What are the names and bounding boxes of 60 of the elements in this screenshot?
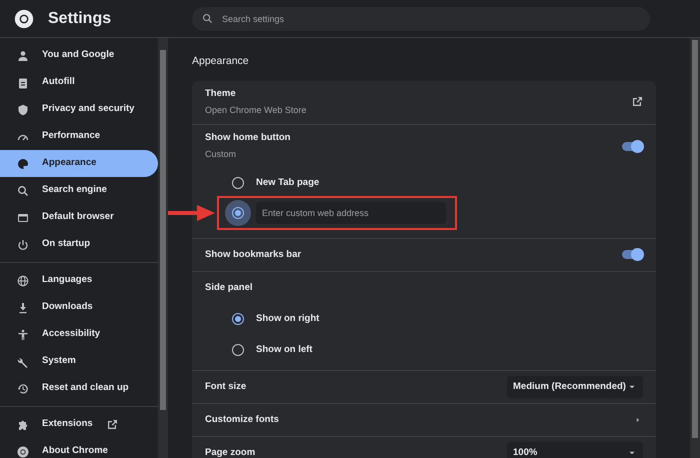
circle-logo-icon bbox=[14, 8, 34, 28]
dropdown[interactable]: 100% bbox=[507, 442, 643, 458]
radio-button[interactable] bbox=[232, 344, 244, 356]
history-icon bbox=[17, 382, 29, 394]
palette-icon bbox=[17, 158, 29, 170]
sidebar-item[interactable]: Downloads bbox=[0, 294, 158, 321]
sidebar-item[interactable]: Performance bbox=[0, 123, 158, 150]
setting-label: Page zoom bbox=[205, 446, 256, 458]
setting-label: Show bookmarks bar bbox=[205, 248, 302, 262]
toggle-switch[interactable] bbox=[622, 142, 643, 151]
radio-button[interactable] bbox=[232, 176, 244, 189]
scrollbar[interactable] bbox=[690, 38, 700, 458]
setting-sublabel: Custom bbox=[205, 148, 238, 161]
sidebar-item[interactable]: About Chrome bbox=[0, 438, 158, 458]
search-icon bbox=[17, 184, 29, 196]
shield-icon bbox=[17, 104, 29, 116]
text-input-field[interactable]: Enter custom web address bbox=[256, 202, 446, 224]
sidebar-item[interactable]: On startup bbox=[0, 231, 158, 258]
external-link-icon bbox=[631, 96, 643, 108]
setting-label: Customize fonts bbox=[205, 412, 279, 427]
setting-label: Font size bbox=[205, 380, 246, 394]
scrollbar-thumb[interactable] bbox=[692, 40, 698, 438]
sidebar-item[interactable]: Appearance bbox=[0, 150, 158, 177]
setting-sublabel: Open Chrome Web Store bbox=[205, 104, 306, 117]
sidebar-item[interactable]: Accessibility bbox=[0, 321, 158, 348]
sidebar-item[interactable]: System bbox=[0, 348, 158, 375]
toggle-switch[interactable] bbox=[622, 250, 643, 260]
setting-label: Show home button bbox=[205, 131, 290, 146]
option-label: New Tab page bbox=[256, 176, 320, 190]
scrollbar-thumb[interactable] bbox=[160, 50, 166, 410]
radio-button[interactable] bbox=[232, 313, 244, 326]
download-icon bbox=[17, 302, 29, 314]
power-icon bbox=[17, 238, 29, 250]
wrench-icon bbox=[17, 356, 29, 368]
puzzle-piece-icon bbox=[17, 418, 29, 430]
arrow-icon bbox=[168, 204, 215, 221]
sidebar-item[interactable]: Extensions bbox=[0, 411, 158, 438]
option-label: Show on left bbox=[256, 343, 312, 358]
globe-icon bbox=[17, 274, 29, 286]
person-icon bbox=[17, 328, 29, 340]
sidebar-item[interactable]: Reset and clean up bbox=[0, 375, 158, 402]
scrollbar[interactable] bbox=[158, 38, 168, 458]
sidebar-item[interactable]: Default browser bbox=[0, 204, 158, 231]
sidebar-item[interactable]: Languages bbox=[0, 267, 158, 294]
sidebar-item[interactable]: Privacy and security bbox=[0, 96, 158, 123]
sidebar-item[interactable]: You and Google bbox=[0, 42, 158, 69]
app-title: Settings bbox=[48, 8, 112, 28]
dropdown[interactable]: Medium (Recommended) bbox=[507, 376, 643, 398]
option-label: Show on right bbox=[256, 312, 320, 326]
setting-label: Theme bbox=[205, 87, 237, 102]
radio-button[interactable] bbox=[225, 200, 251, 226]
section-title: Appearance bbox=[192, 54, 250, 69]
person-icon bbox=[17, 50, 29, 62]
search-field[interactable]: Search settings bbox=[192, 6, 650, 30]
clipboard-icon bbox=[17, 76, 29, 88]
sidebar-item[interactable]: Autofill bbox=[0, 69, 158, 96]
circle-logo-icon bbox=[17, 446, 29, 458]
setting-label: Side panel bbox=[205, 280, 253, 295]
sidebar-item[interactable]: Search engine bbox=[0, 177, 158, 204]
browser-window-icon bbox=[17, 212, 29, 224]
